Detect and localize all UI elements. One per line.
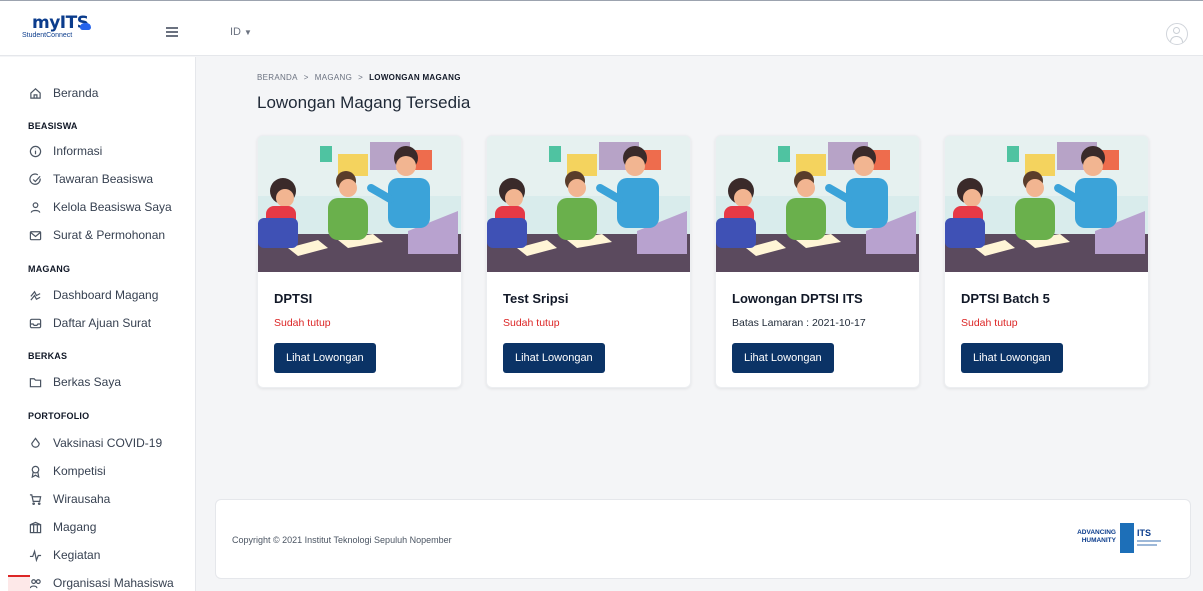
sidebar-item-label: Wirausaha [53, 492, 111, 506]
logo-cloud-icon [80, 23, 91, 30]
sidebar-item-label: Surat & Permohonan [53, 228, 166, 242]
logo-its: ITS [1137, 528, 1152, 538]
myits-logo[interactable]: myITS StudentConnect [22, 11, 102, 45]
sidebar-item-label: Dashboard Magang [53, 288, 159, 302]
sidebar-item-label: Kompetisi [53, 464, 106, 478]
breadcrumb-separator: > [358, 73, 364, 82]
sidebar-item-kegiatan[interactable]: Kegiatan [28, 545, 100, 565]
inbox-icon [28, 316, 42, 330]
sidebar-item-label: Kegiatan [53, 548, 101, 562]
sidebar-item-informasi[interactable]: Informasi [28, 141, 102, 161]
menu-toggle-icon[interactable] [166, 27, 178, 37]
view-vacancy-button[interactable]: Lihat Lowongan [274, 343, 376, 373]
logo-line-2: HUMANITY [1081, 537, 1116, 544]
view-vacancy-button[interactable]: Lihat Lowongan [503, 343, 605, 373]
cart-icon [28, 492, 42, 506]
sidebar-item-label: Daftar Ajuan Surat [53, 316, 152, 330]
logo-text: myITS [32, 13, 89, 33]
card-illustration-image [258, 136, 461, 272]
user-icon [28, 200, 42, 214]
sidebar: Beranda BEASISWA Informasi Tawaran Beasi… [0, 57, 196, 591]
folder-icon [28, 375, 42, 389]
floating-widget-badge[interactable] [8, 575, 30, 591]
card-status: Sudah tutup [961, 317, 1018, 329]
sidebar-item-label: Tawaran Beasiswa [53, 172, 154, 186]
sidebar-item-kelola-beasiswa[interactable]: Kelola Beasiswa Saya [28, 197, 172, 217]
users-icon [28, 576, 42, 590]
internship-card: Lowongan DPTSI ITS Batas Lamaran : 2021-1… [715, 135, 920, 388]
award-icon [28, 464, 42, 478]
sidebar-item-label: Informasi [53, 144, 103, 158]
language-label: ID [230, 26, 241, 38]
home-icon [28, 86, 42, 100]
user-avatar[interactable] [1166, 23, 1188, 45]
sidebar-item-label: Organisasi Mahasiswa [53, 576, 174, 590]
breadcrumb: BERANDA > MAGANG > LOWONGAN MAGANG [257, 73, 461, 82]
copyright-text: Copyright © 2021 Institut Teknologi Sepu… [232, 535, 452, 545]
card-status: Sudah tutup [503, 317, 560, 329]
card-illustration-image [487, 136, 690, 272]
its-footer-logo: ADVANCING HUMANITY ITS [1068, 522, 1164, 556]
caret-down-icon: ▼ [244, 28, 252, 37]
view-vacancy-button[interactable]: Lihat Lowongan [961, 343, 1063, 373]
card-illustration-image [945, 136, 1148, 272]
droplet-icon [28, 436, 42, 450]
logo-line-1: ADVANCING [1077, 529, 1116, 536]
sidebar-item-label: Kelola Beasiswa Saya [53, 200, 172, 214]
sidebar-item-daftar-ajuan-surat[interactable]: Daftar Ajuan Surat [28, 313, 151, 333]
sidebar-item-label: Magang [53, 520, 97, 534]
sidebar-item-organisasi-mahasiswa[interactable]: Organisasi Mahasiswa [28, 573, 174, 591]
breadcrumb-item-beranda[interactable]: BERANDA [257, 73, 298, 82]
building-icon [28, 520, 42, 534]
section-magang: MAGANG [28, 264, 71, 274]
logo-subtext: StudentConnect [22, 32, 73, 39]
card-title: DPTSI Batch 5 [961, 291, 1050, 306]
mail-icon [28, 228, 42, 242]
sidebar-item-label: Berkas Saya [53, 375, 122, 389]
sidebar-item-beranda[interactable]: Beranda [28, 83, 98, 103]
card-illustration-image [716, 136, 919, 272]
card-status: Sudah tutup [274, 317, 331, 329]
sidebar-item-dashboard-magang[interactable]: Dashboard Magang [28, 285, 158, 305]
top-bar: myITS StudentConnect ID ▼ [0, 0, 1203, 56]
card-title: Lowongan DPTSI ITS [732, 291, 863, 306]
sidebar-item-vaksinasi[interactable]: Vaksinasi COVID-19 [28, 433, 162, 453]
card-status: Batas Lamaran : 2021-10-17 [732, 317, 866, 329]
sidebar-item-tawaran-beasiswa[interactable]: Tawaran Beasiswa [28, 169, 153, 189]
language-selector[interactable]: ID ▼ [230, 26, 252, 38]
breadcrumb-separator: > [303, 73, 309, 82]
check-circle-icon [28, 172, 42, 186]
sidebar-item-label: Beranda [53, 86, 99, 100]
its-emblem-icon [1120, 523, 1134, 553]
section-berkas: BERKAS [28, 351, 68, 361]
breadcrumb-item-magang[interactable]: MAGANG [315, 73, 352, 82]
footer: Copyright © 2021 Institut Teknologi Sepu… [215, 499, 1191, 579]
sidebar-item-label: Vaksinasi COVID-19 [53, 436, 163, 450]
sidebar-item-kompetisi[interactable]: Kompetisi [28, 461, 106, 481]
pulse-icon [28, 548, 42, 562]
view-vacancy-button[interactable]: Lihat Lowongan [732, 343, 834, 373]
sidebar-item-surat-permohonan[interactable]: Surat & Permohonan [28, 225, 165, 245]
breadcrumb-item-current: LOWONGAN MAGANG [369, 73, 461, 82]
page-title: Lowongan Magang Tersedia [257, 93, 471, 112]
section-beasiswa: BEASISWA [28, 121, 78, 131]
info-icon [28, 144, 42, 158]
card-title: Test Sripsi [503, 291, 569, 306]
internship-card: Test Sripsi Sudah tutup Lihat Lowongan [486, 135, 691, 388]
sidebar-item-berkas-saya[interactable]: Berkas Saya [28, 372, 121, 392]
card-title: DPTSI [274, 291, 313, 306]
sidebar-item-magang[interactable]: Magang [28, 517, 96, 537]
internship-card: DPTSI Batch 5 Sudah tutup Lihat Lowongan [944, 135, 1149, 388]
internship-card: DPTSI Sudah tutup Lihat Lowongan [257, 135, 462, 388]
section-portofolio: PORTOFOLIO [28, 411, 90, 421]
activity-icon [28, 288, 42, 302]
sidebar-item-wirausaha[interactable]: Wirausaha [28, 489, 110, 509]
